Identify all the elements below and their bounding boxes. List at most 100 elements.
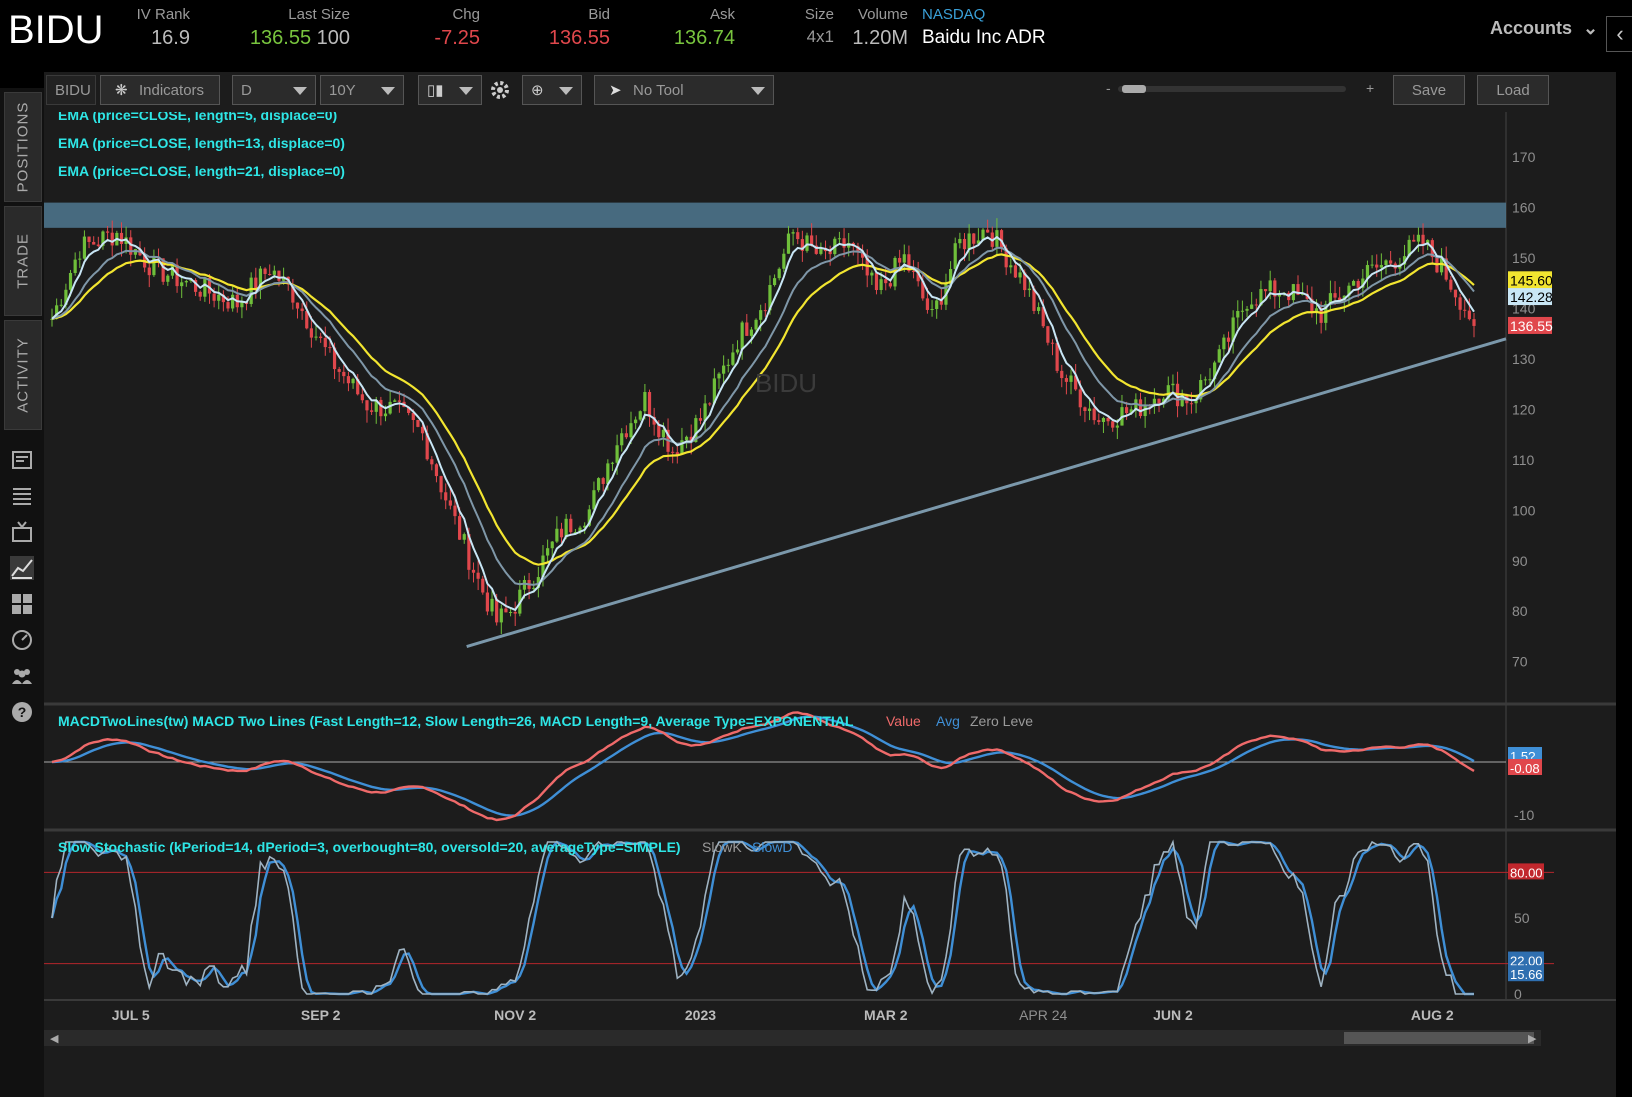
candle-body [911,270,916,272]
candle-body [786,233,791,254]
candle-body [92,241,96,245]
quote-header: BIDU IV Rank 16.9 Last Size 136.55 100 C… [0,0,1632,70]
tab-positions[interactable]: POSITIONS [4,92,42,202]
candle-body [698,418,703,421]
candle-body [1060,370,1064,379]
candle-body [1384,260,1388,265]
settings-button[interactable] [488,78,512,102]
candle-body [180,282,184,287]
candle-body [1064,378,1068,382]
scroll-left-icon[interactable]: ◀ [50,1033,59,1045]
indicators-button[interactable]: ❋ Indicators [100,75,220,105]
candle-body [217,294,221,301]
load-button[interactable]: Load [1477,75,1549,105]
timeframe-select[interactable]: 10Y [320,75,404,105]
tv-icon[interactable] [10,520,34,544]
help-icon[interactable]: ? [10,700,34,724]
candle-body [212,293,216,301]
candle-body [1245,308,1249,311]
price-pane [44,112,1506,702]
candle-body [249,277,253,305]
zoom-slider-thumb[interactable] [1122,85,1146,93]
stoch-study-label[interactable]: Slow Stochastic (kPeriod=14, dPeriod=3, … [58,839,681,855]
candle-body [309,328,313,338]
candle-body [615,445,619,463]
analyze-icon[interactable] [10,628,34,652]
candle-body [73,259,77,273]
candle-body [1412,239,1416,242]
candlestick-icon: ▯▮ [427,82,444,99]
x-tick-label: MAR 2 [864,1007,908,1023]
symbol-title[interactable]: BIDU [8,8,104,53]
stoch-tag-label: 15.66 [1510,967,1543,982]
ema5-study-label[interactable]: EMA (price=CLOSE, length=5, displace=0) [58,112,337,123]
candle-body [203,278,207,297]
price-chart[interactable]: 170160150140130120110100908070145.60142.… [44,112,1616,1097]
zoom-in-button[interactable]: + [1366,80,1374,96]
scrollbar-thumb[interactable] [1344,1032,1534,1044]
candle-body [444,492,448,501]
list-icon[interactable] [10,484,34,508]
chart-icon[interactable] [10,556,34,580]
candle-body [1009,265,1013,268]
left-sidebar: POSITIONS TRADE ACTIVITY ? [0,88,44,1097]
candle-body [958,238,962,244]
macd-study-label[interactable]: MACDTwoLines(tw) MACD Two Lines (Fast Le… [58,713,854,729]
price-tag-label: 136.55 [1510,318,1553,334]
candle-body [1370,264,1374,266]
candle-body [1449,279,1453,290]
candle-body [1189,403,1194,405]
ema13-study-label[interactable]: EMA (price=CLOSE, length=13, displace=0) [58,135,345,151]
candle-body [1208,379,1212,381]
scroll-right-icon[interactable]: ▶ [1528,1033,1537,1045]
chart-style-button[interactable]: ▯▮ [418,75,482,105]
candle-body [1078,389,1082,408]
candle-body [884,279,888,284]
chart-panel: BIDU ❋ Indicators D 10Y ▯▮ ⊕ ➤ No Tool -… [44,72,1616,1097]
candle-body [522,580,527,590]
aggregation-select[interactable]: D [232,75,316,105]
price-tick-label: 160 [1512,200,1536,216]
candle-body [967,233,971,250]
tool-value: No Tool [633,82,684,99]
bid-value[interactable]: 136.55 [520,27,610,50]
symbol-input[interactable]: BIDU [46,75,96,105]
candle-body [634,419,638,424]
community-icon[interactable] [10,664,34,688]
volume: Volume 1.20M [850,6,908,50]
candle-body [745,322,749,336]
tab-trade[interactable]: TRADE [4,206,42,316]
zoom-slider[interactable] [1118,85,1346,93]
candle-body [1203,379,1207,381]
collapse-panel-button[interactable]: ‹ [1606,16,1632,52]
news-icon[interactable] [10,448,34,472]
grid-icon[interactable] [10,592,34,616]
horizontal-scrollbar[interactable] [44,1030,1541,1046]
zoom-out-button[interactable]: - [1106,80,1111,96]
candle-body [837,238,842,240]
candle-body [314,336,318,338]
candle-body [439,476,443,493]
chevron-left-icon: ‹ [1616,21,1624,46]
size-value: 4x1 [806,27,834,46]
candle-body [1101,418,1106,422]
candle-body [671,451,675,453]
candle-body [661,429,666,438]
candle-body [105,231,110,233]
candle-body [1240,310,1245,312]
candle-body [791,232,795,234]
price-tick-label: 130 [1512,351,1536,367]
candle-body [550,541,554,549]
ema21-study-label[interactable]: EMA (price=CLOSE, length=21, displace=0) [58,163,345,179]
last-size: Last Size 136.55 100 [240,6,350,50]
save-button[interactable]: Save [1393,75,1465,105]
candle-body [610,462,615,464]
svg-text:?: ? [18,704,27,720]
price-tick-label: 150 [1512,250,1536,266]
accounts-button[interactable]: Accounts ⌄ [1490,18,1598,39]
ask-value[interactable]: 136.74 [640,27,735,50]
stoch-d-line [50,840,1474,996]
tool-select[interactable]: ➤ No Tool [594,75,774,105]
tab-activity[interactable]: ACTIVITY [4,320,42,430]
drawings-button[interactable]: ⊕ [522,75,582,105]
